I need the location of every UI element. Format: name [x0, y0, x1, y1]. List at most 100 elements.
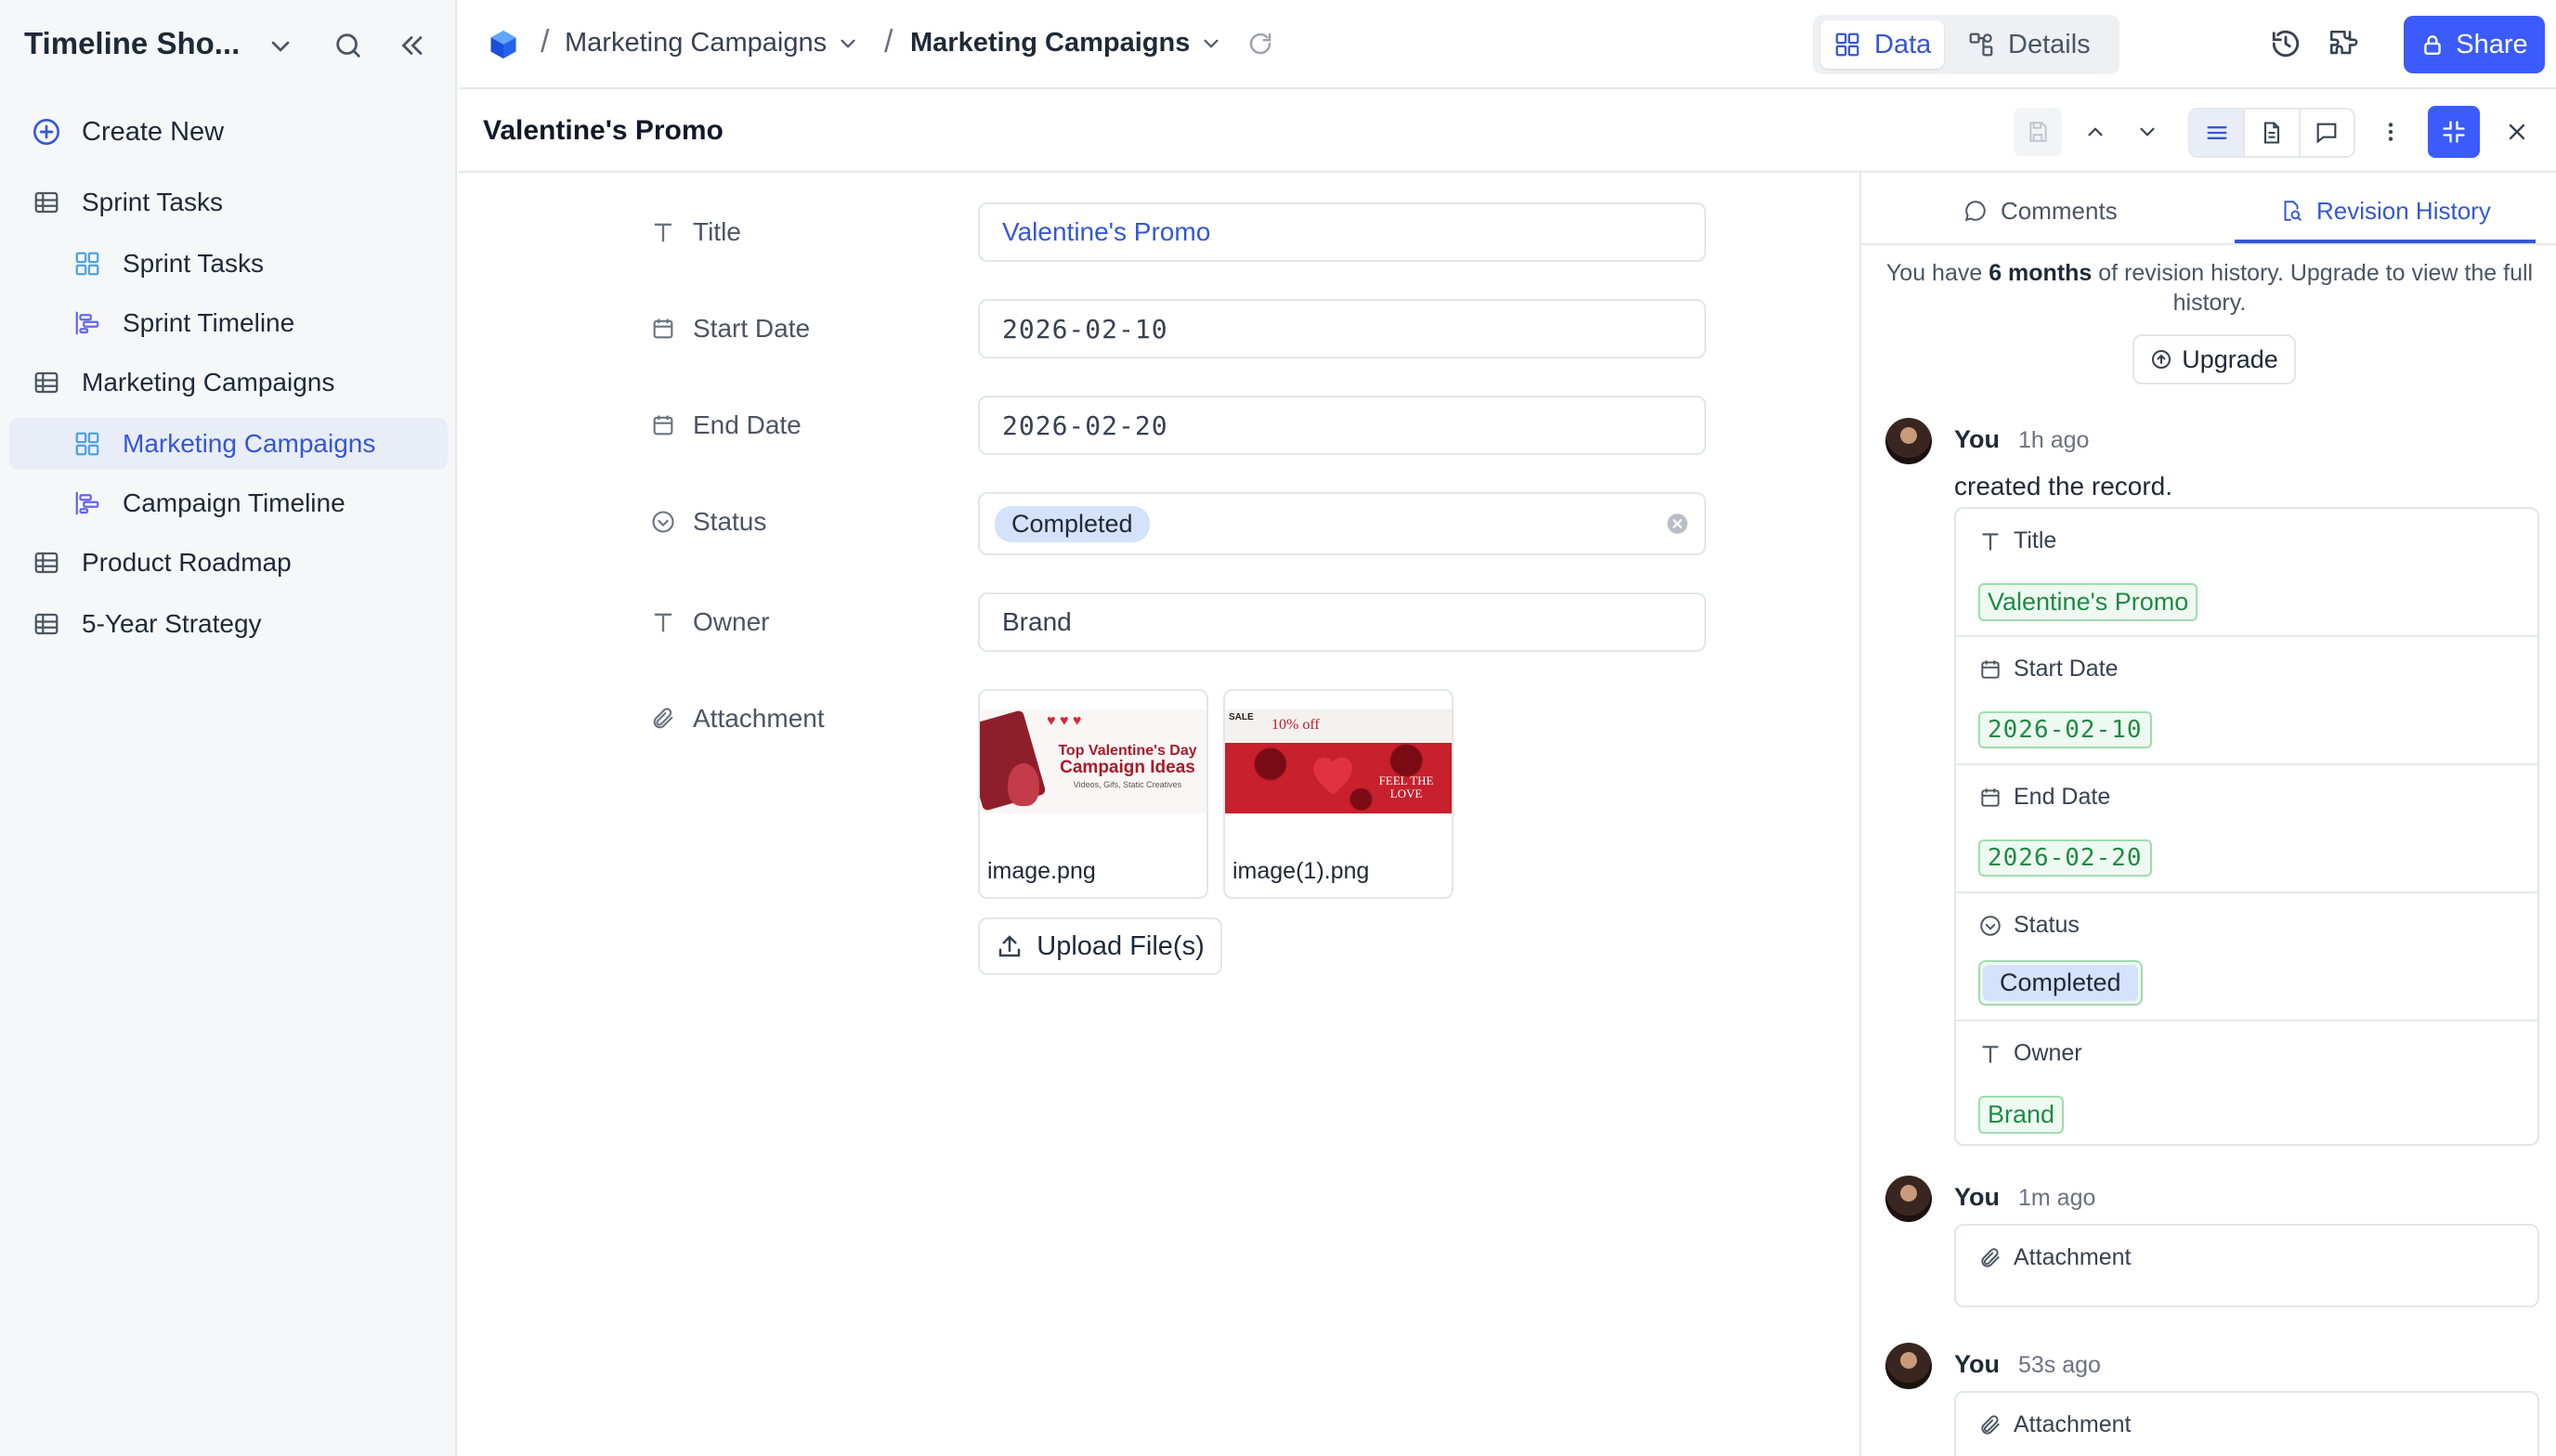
revision-changes: Attachment [1954, 1224, 2539, 1307]
revision-user: You [1954, 1183, 2000, 1211]
attachment-thumbnail: ♥ ♥ ♥ Top Valentine's Day Campaign Ideas… [980, 709, 1206, 813]
status-icon [1980, 915, 2001, 936]
tab-comments[interactable]: Comments [1963, 189, 2118, 232]
revision-change-row: Title Valentine's Promo [1956, 509, 2537, 637]
chevron-down-icon[interactable] [266, 32, 295, 61]
revision-field-label: End Date [2014, 784, 2111, 810]
text-icon [654, 613, 672, 632]
save-button[interactable] [2014, 108, 2062, 156]
next-record-button[interactable] [2123, 108, 2171, 156]
sidebar-item-sprint-tasks-table[interactable]: Sprint Tasks [9, 176, 448, 228]
attachment-card[interactable]: ♥ ♥ ♥ Top Valentine's Day Campaign Ideas… [978, 689, 1208, 899]
search-icon[interactable] [333, 30, 364, 61]
field-label-title: Title [650, 214, 741, 251]
sidebar-item-marketing-campaigns-grid[interactable]: Marketing Campaigns [9, 418, 448, 470]
more-vertical-icon [2388, 123, 2393, 141]
notice-text: of revision history. Upgrade to view the… [2092, 260, 2534, 316]
paperclip-icon [1981, 1414, 2000, 1435]
revision-time: 1h ago [2018, 427, 2090, 453]
end-date-field[interactable]: 2026-02-20 [978, 396, 1706, 455]
revision-field: Title [1978, 527, 2056, 554]
close-icon [2509, 124, 2525, 140]
refresh-icon[interactable] [1246, 30, 1274, 58]
sidebar-item-sprint-tasks-grid[interactable]: Sprint Tasks [9, 238, 448, 290]
document-view-button[interactable] [2245, 110, 2301, 156]
breadcrumb-base-label: Marketing Campaigns [565, 28, 828, 58]
breadcrumb-base[interactable]: Marketing Campaigns [565, 28, 860, 58]
history-icon[interactable] [2270, 28, 2302, 59]
thumbnail-title-line: Campaign Ideas [1060, 758, 1195, 777]
revision-user: You [1954, 1350, 2000, 1378]
owner-field[interactable]: Brand [978, 592, 1706, 652]
tab-details[interactable]: Details [1954, 20, 2104, 69]
panel-view-toggle [2188, 108, 2355, 158]
title-field-value: Valentine's Promo [1002, 217, 1211, 246]
end-date-value: 2026-02-20 [1002, 410, 1168, 441]
upload-files-button[interactable]: Upload File(s) [978, 917, 1222, 975]
fields-view-button[interactable] [2190, 110, 2246, 156]
revision-field-label: Attachment [2014, 1411, 2132, 1437]
attachment-card[interactable]: SALE 10% off FEEL THE LOVE image(1).png [1223, 689, 1454, 899]
status-field[interactable]: Completed [978, 492, 1706, 555]
heart-icon [1307, 748, 1359, 797]
sidebar-item-label: Marketing Campaigns [123, 429, 376, 458]
create-new-button[interactable]: Create New [9, 106, 448, 158]
tab-data[interactable]: Data [1820, 20, 1945, 69]
status-icon [652, 511, 674, 533]
grid-view-icon [69, 425, 106, 462]
share-button[interactable]: Share [2404, 16, 2545, 73]
comments-view-button[interactable] [2301, 110, 2354, 156]
sidebar-item-campaign-timeline[interactable]: Campaign Timeline [9, 477, 448, 529]
clear-icon[interactable] [1665, 512, 1689, 536]
paperclip-icon [1981, 1247, 2000, 1268]
previous-record-button[interactable] [2071, 108, 2119, 156]
workspace-title[interactable]: Timeline Sho... [24, 26, 240, 61]
base-logo-icon [487, 28, 520, 61]
revision-value-chip: 2026-02-10 [1978, 711, 2152, 748]
close-button[interactable] [2493, 108, 2541, 156]
field-label-owner: Owner [650, 604, 769, 641]
field-label-text: Title [693, 217, 741, 246]
tab-revision-history[interactable]: Revision History [2279, 189, 2491, 232]
field-label-start-date: Start Date [650, 310, 810, 347]
chevron-down-icon [1204, 39, 1219, 48]
title-field[interactable]: Valentine's Promo [978, 202, 1706, 262]
sidebar-item-sprint-timeline[interactable]: Sprint Timeline [9, 297, 448, 349]
collapse-view-button[interactable] [2428, 106, 2480, 158]
grid-view-icon [1835, 32, 1859, 57]
revision-field: Owner [1978, 1040, 2082, 1067]
calendar-icon [653, 415, 673, 436]
collapse-sidebar-icon[interactable] [396, 30, 427, 61]
grid-view-icon [69, 245, 106, 282]
tab-revision-history-label: Revision History [2316, 196, 2491, 225]
message-icon [2316, 123, 2337, 144]
revision-field: End Date [1978, 784, 2110, 811]
field-label-text: Start Date [693, 314, 811, 343]
extensions-icon[interactable] [2328, 28, 2359, 59]
upload-files-label: Upload File(s) [1037, 930, 1205, 961]
revision-value-chip: 2026-02-20 [1978, 839, 2152, 877]
history-limit-notice: You have 6 months of revision history. U… [1880, 258, 2539, 318]
revision-change-row: Start Date 2026-02-10 [1956, 637, 2537, 765]
thumbnail-sale-text: SALE [1229, 712, 1254, 722]
revision-time: 1m ago [2018, 1185, 2096, 1211]
tab-divider [1861, 243, 2556, 245]
calendar-icon [1981, 787, 2000, 807]
breadcrumb-table-label: Marketing Campaigns [910, 28, 1191, 58]
breadcrumb-table[interactable]: Marketing Campaigns [910, 28, 1223, 58]
tab-comments-label: Comments [2001, 196, 2118, 225]
revision-change-row: End Date 2026-02-20 [1956, 765, 2537, 893]
upgrade-button[interactable]: Upgrade [2132, 334, 2296, 384]
sidebar-item-product-roadmap[interactable]: Product Roadmap [9, 537, 448, 589]
upload-icon [999, 935, 1021, 957]
text-icon [1982, 532, 1999, 551]
more-options-button[interactable] [2367, 108, 2415, 156]
sidebar-item-5-year-strategy[interactable]: 5-Year Strategy [9, 598, 448, 650]
breadcrumb-separator: / [541, 24, 550, 59]
start-date-field[interactable]: 2026-02-10 [978, 299, 1706, 358]
document-icon [2263, 122, 2280, 144]
attachment-filename: image.png [987, 858, 1096, 884]
field-label-attachment: Attachment [650, 700, 825, 737]
active-tab-indicator [2235, 240, 2536, 243]
sidebar-item-marketing-campaigns-table[interactable]: Marketing Campaigns [9, 357, 448, 409]
